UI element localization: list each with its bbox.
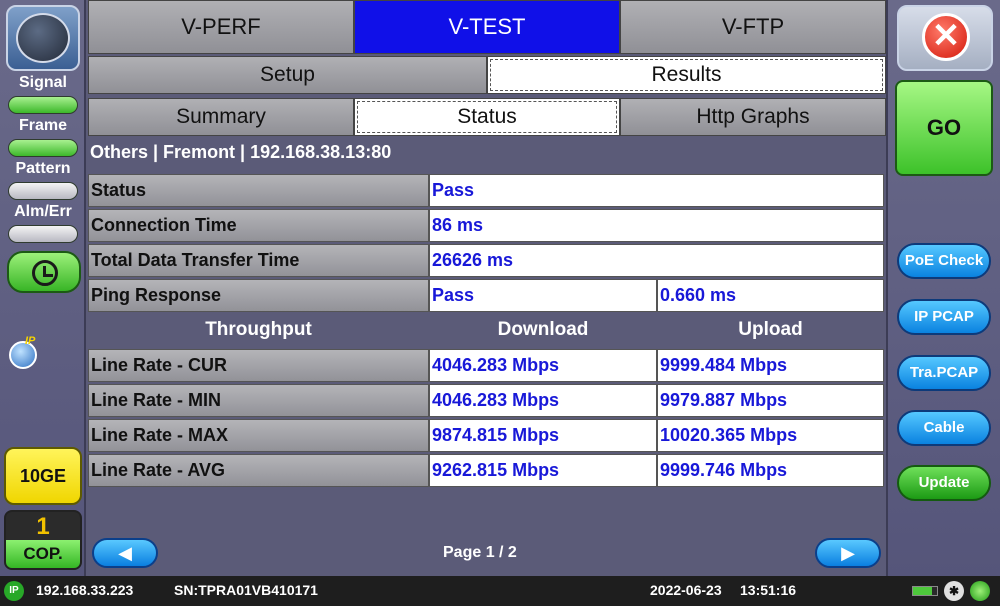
- ping-status: Pass: [429, 279, 657, 312]
- right-rail: ✕ GO PoE Check IP PCAP Tra.PCAP Cable Up…: [886, 0, 1000, 576]
- row-label: Total Data Transfer Time: [88, 244, 429, 277]
- left-rail: Signal Frame Pattern Alm/Err IP 10GE 1 C…: [0, 0, 86, 576]
- results-tab-bar: Summary Status Http Graphs: [88, 98, 886, 136]
- cop-button[interactable]: 1 COP.: [4, 510, 82, 570]
- header-throughput: Throughput: [205, 319, 312, 340]
- poe-check-button[interactable]: PoE Check: [897, 243, 991, 279]
- ping-row: Ping Response Pass 0.660 ms: [88, 279, 886, 312]
- alm-err-led: [8, 225, 78, 243]
- history-icon: [32, 260, 58, 286]
- ip-home-icon[interactable]: IP: [9, 335, 37, 369]
- throughput-header: Throughput Download Upload: [88, 314, 886, 347]
- header-upload: Upload: [738, 319, 803, 340]
- row-label: Status: [88, 174, 429, 207]
- close-button[interactable]: ✕: [897, 5, 993, 71]
- sub-tab-bar: Setup Results: [88, 56, 886, 94]
- download-value: 4046.283 Mbps: [429, 349, 657, 382]
- device-ip: 192.168.33.223: [36, 582, 134, 598]
- frame-led: [8, 139, 78, 157]
- ip-badge-icon: IP: [4, 581, 24, 601]
- server-info: Others | Fremont | 192.168.38.13:80: [90, 142, 392, 162]
- row-label: Line Rate - CUR: [88, 349, 429, 382]
- rate-10ge-button[interactable]: 10GE: [4, 447, 82, 505]
- bluetooth-icon: ✱: [944, 581, 964, 601]
- wifi-icon: [970, 581, 990, 601]
- row-value: 26626 ms: [429, 244, 884, 277]
- ip-pcap-button[interactable]: IP PCAP: [897, 299, 991, 335]
- tab-summary[interactable]: Summary: [88, 98, 354, 136]
- download-value: 9874.815 Mbps: [429, 419, 657, 452]
- ip-tag: IP: [25, 335, 36, 347]
- tab-v-test[interactable]: V-TEST: [354, 0, 620, 54]
- upload-value: 9999.484 Mbps: [657, 349, 884, 382]
- table-row: Line Rate - MIN 4046.283 Mbps 9979.887 M…: [88, 384, 886, 417]
- main-panel: V-PERF V-TEST V-FTP Setup Results Summar…: [88, 0, 886, 576]
- go-button[interactable]: GO: [895, 80, 993, 176]
- history-button[interactable]: [7, 251, 81, 293]
- close-icon: ✕: [922, 13, 970, 61]
- row-value: 86 ms: [429, 209, 884, 242]
- frame-label: Frame: [18, 117, 68, 134]
- tab-v-ftp[interactable]: V-FTP: [620, 0, 886, 54]
- update-button[interactable]: Update: [897, 465, 991, 501]
- row-value: Pass: [429, 174, 884, 207]
- download-value: 4046.283 Mbps: [429, 384, 657, 417]
- tab-http-graphs[interactable]: Http Graphs: [620, 98, 886, 136]
- pattern-led: [8, 182, 78, 200]
- page-indicator: Page 1 / 2: [443, 544, 517, 561]
- tab-status[interactable]: Status: [354, 98, 620, 136]
- table-row: Line Rate - MAX 9874.815 Mbps 10020.365 …: [88, 419, 886, 452]
- tools-home-button[interactable]: [6, 5, 80, 71]
- upload-value: 10020.365 Mbps: [657, 419, 884, 452]
- tab-v-perf[interactable]: V-PERF: [88, 0, 354, 54]
- arrow-left-icon: ◀: [118, 543, 132, 563]
- upload-value: 9999.746 Mbps: [657, 454, 884, 487]
- row-label: Connection Time: [88, 209, 429, 242]
- ping-time: 0.660 ms: [657, 279, 884, 312]
- row-label: Line Rate - MAX: [88, 419, 429, 452]
- table-row: Line Rate - AVG 9262.815 Mbps 9999.746 M…: [88, 454, 886, 487]
- signal-led: [8, 96, 78, 114]
- date-text: 2022-06-23: [650, 582, 722, 598]
- row-label: Line Rate - AVG: [88, 454, 429, 487]
- tab-results[interactable]: Results: [487, 56, 886, 94]
- next-page-button[interactable]: ▶: [815, 538, 881, 568]
- signal-label: Signal: [18, 74, 67, 91]
- row-label: Ping Response: [88, 279, 429, 312]
- serial-number: SN:TPRA01VB410171: [174, 582, 318, 598]
- tra-pcap-button[interactable]: Tra.PCAP: [897, 355, 991, 391]
- arrow-right-icon: ▶: [841, 543, 855, 563]
- status-bar: IP 192.168.33.223 SN:TPRA01VB410171 2022…: [0, 576, 1000, 606]
- prev-page-button[interactable]: ◀: [92, 538, 158, 568]
- cop-label: COP.: [6, 540, 80, 568]
- table-row: Status Pass: [88, 174, 886, 207]
- cop-number: 1: [36, 513, 50, 540]
- time-text: 13:51:16: [740, 582, 797, 598]
- tools-icon: [16, 13, 70, 63]
- table-row: Line Rate - CUR 4046.283 Mbps 9999.484 M…: [88, 349, 886, 382]
- row-label: Line Rate - MIN: [88, 384, 429, 417]
- battery-icon: [912, 586, 938, 596]
- download-value: 9262.815 Mbps: [429, 454, 657, 487]
- header-download: Download: [497, 319, 589, 340]
- pattern-label: Pattern: [15, 160, 71, 177]
- cable-button[interactable]: Cable: [897, 410, 991, 446]
- tab-setup[interactable]: Setup: [88, 56, 487, 94]
- table-row: Total Data Transfer Time 26626 ms: [88, 244, 886, 277]
- table-row: Connection Time 86 ms: [88, 209, 886, 242]
- alm-err-label: Alm/Err: [14, 203, 72, 220]
- top-tab-bar: V-PERF V-TEST V-FTP: [88, 0, 886, 54]
- upload-value: 9979.887 Mbps: [657, 384, 884, 417]
